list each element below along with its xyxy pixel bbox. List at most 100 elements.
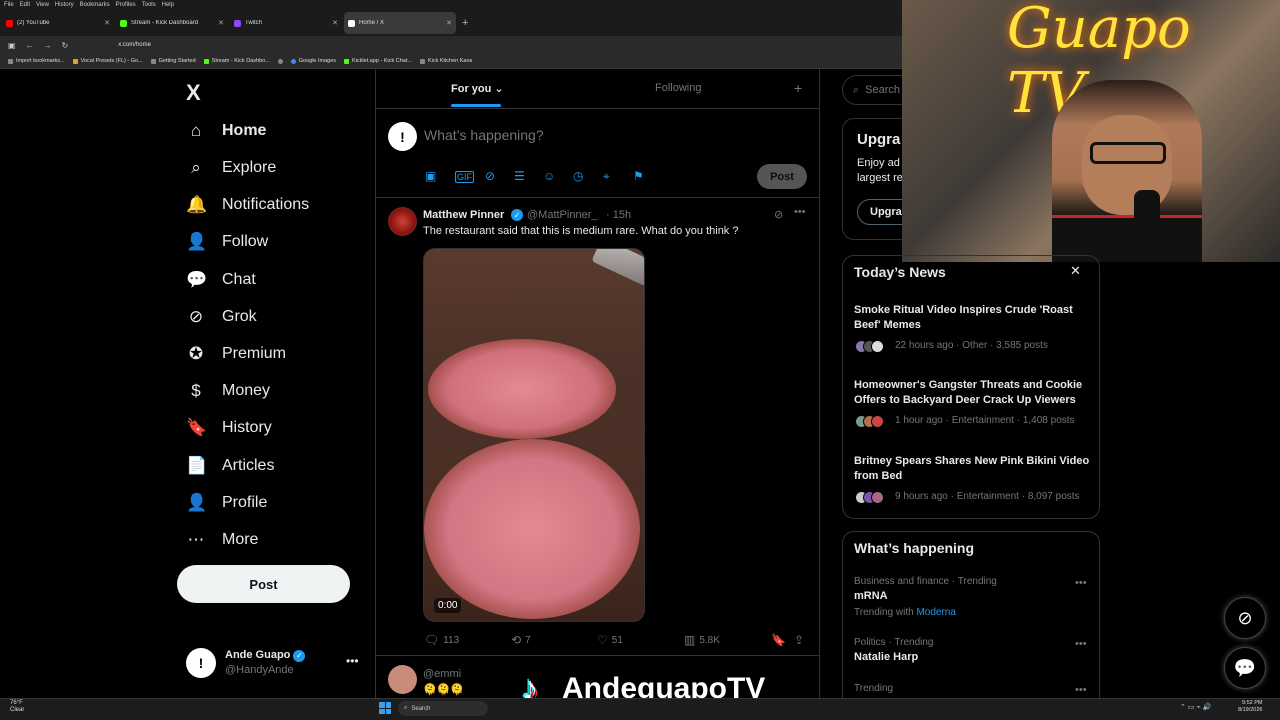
- browser-tab-youtube[interactable]: (2) YouTube ✕: [2, 12, 114, 34]
- taskbar-search[interactable]: ⌕ Search: [398, 701, 488, 716]
- avatar[interactable]: !: [186, 648, 216, 678]
- menu-profiles[interactable]: Profiles: [116, 2, 136, 8]
- menu-file[interactable]: File: [4, 2, 14, 8]
- account-name[interactable]: Ande Guapo ✓: [225, 649, 306, 662]
- windows-start-icon[interactable]: [379, 702, 391, 714]
- browser-tab-twitch[interactable]: Twitch ✕: [230, 12, 342, 34]
- close-icon[interactable]: ✕: [446, 19, 452, 27]
- x-logo[interactable]: X: [186, 80, 201, 106]
- news-heading: Today’s News: [854, 264, 946, 280]
- tweet-author-handle[interactable]: @emmi: [423, 668, 461, 680]
- nav-item-profile[interactable]: 👤 Profile: [186, 491, 267, 515]
- weather-widget[interactable]: 76°F Clear: [10, 700, 24, 714]
- sidebar-toggle-icon[interactable]: ▣: [8, 41, 16, 50]
- nav-item-chat[interactable]: 💬 Chat: [186, 268, 256, 292]
- news-item-title[interactable]: Smoke Ritual Video Inspires Crude 'Roast…: [854, 303, 1090, 333]
- nav-item-more[interactable]: ⋯ More: [186, 528, 259, 552]
- emoji-icon[interactable]: ☺: [543, 169, 555, 183]
- bookmark-label: Vocal Presets (FL) - Go...: [80, 58, 143, 64]
- location-icon[interactable]: ⌖: [603, 169, 610, 184]
- tab-following[interactable]: Following: [655, 82, 701, 94]
- image-icon[interactable]: ▣: [425, 169, 436, 183]
- repost-count: 7: [525, 634, 531, 646]
- close-icon[interactable]: ✕: [1070, 263, 1081, 279]
- system-tray[interactable]: ⌃ ▭ ⌁ 🔊: [1180, 703, 1211, 711]
- compose-post-button[interactable]: Post: [757, 164, 807, 189]
- more-circle-icon: ⋯: [187, 530, 205, 549]
- tweet-author-handle[interactable]: @MattPinner_: [527, 209, 597, 221]
- nav-item-history[interactable]: 🔖 History: [186, 416, 272, 440]
- news-item-title[interactable]: Britney Spears Shares New Pink Bikini Vi…: [854, 454, 1090, 484]
- nav-item-premium[interactable]: ✪ Premium: [186, 342, 286, 366]
- avatar[interactable]: !: [388, 122, 417, 151]
- url-field[interactable]: x.com/home: [118, 42, 151, 48]
- tweet-video[interactable]: 0:00: [423, 248, 645, 622]
- bookmark-item[interactable]: Kicklet.app - Kick Chat...: [344, 58, 412, 64]
- bookmark-item[interactable]: Vocal Presets (FL) - Go...: [72, 58, 143, 64]
- nav-item-grok[interactable]: ⊘ Grok: [186, 305, 257, 329]
- more-icon[interactable]: •••: [346, 654, 359, 668]
- messages-fab-icon[interactable]: 💬: [1224, 647, 1266, 689]
- more-icon[interactable]: •••: [1075, 577, 1087, 589]
- bookmark-item[interactable]: Getting Started: [150, 58, 196, 64]
- tab-title: Home / X: [359, 20, 385, 26]
- post-button[interactable]: Post: [177, 565, 350, 603]
- share-button[interactable]: ⇪: [794, 633, 804, 647]
- forward-icon[interactable]: →: [44, 41, 52, 50]
- nav-item-home[interactable]: ⌂ Home: [186, 119, 267, 143]
- menu-view[interactable]: View: [36, 2, 49, 8]
- close-icon[interactable]: ✕: [104, 19, 110, 27]
- close-icon[interactable]: ✕: [332, 19, 338, 27]
- bookmark-item[interactable]: Google Images: [290, 58, 336, 64]
- menu-history[interactable]: History: [55, 2, 74, 8]
- tweet-timestamp[interactable]: · 15h: [606, 209, 631, 221]
- views-button[interactable]: ▥ 5.8K: [684, 633, 720, 647]
- trend-name[interactable]: Natalie Harp: [854, 651, 918, 663]
- nav-item-explore[interactable]: ⌕ Explore: [186, 156, 276, 180]
- news-item-title[interactable]: Homeowner's Gangster Threats and Cookie …: [854, 378, 1090, 408]
- nav-item-notifications[interactable]: 🔔 Notifications: [186, 193, 309, 217]
- bookmark-item[interactable]: Import bookmarks...: [8, 58, 65, 64]
- more-icon[interactable]: •••: [1075, 638, 1087, 650]
- avatar[interactable]: [388, 665, 417, 694]
- menu-bookmarks[interactable]: Bookmarks: [80, 2, 110, 8]
- repost-button[interactable]: ⟲ 7: [511, 633, 531, 647]
- tweet-author-name[interactable]: Matthew Pinner: [423, 209, 504, 221]
- tab-for-you[interactable]: For you ⌄: [451, 82, 504, 95]
- bookmark-item[interactable]: [277, 58, 283, 64]
- nav-item-articles[interactable]: 📄 Articles: [186, 454, 274, 478]
- reload-icon[interactable]: ↻: [62, 41, 69, 50]
- bookmark-item[interactable]: Kick Kitchen Kaos: [419, 58, 472, 64]
- close-icon[interactable]: ✕: [218, 19, 224, 27]
- grok-fab-icon[interactable]: ⊘: [1224, 597, 1266, 639]
- menu-edit[interactable]: Edit: [20, 2, 30, 8]
- flag-icon[interactable]: ⚑: [633, 169, 644, 183]
- grok-icon[interactable]: ⊘: [774, 208, 783, 221]
- compose-input[interactable]: [424, 127, 724, 143]
- nav-item-money[interactable]: $ Money: [186, 379, 270, 403]
- like-button[interactable]: ♡ 51: [597, 633, 623, 647]
- bookmark-item[interactable]: Stream - Kick Dashbo...: [203, 58, 270, 64]
- reply-button[interactable]: 🗨 113: [424, 633, 459, 647]
- taskbar-clock[interactable]: 9:52 PM 8/19/2026: [1238, 700, 1262, 714]
- new-tab-icon[interactable]: +: [462, 17, 468, 29]
- grok-icon[interactable]: ⊘: [485, 169, 495, 183]
- more-icon[interactable]: •••: [794, 206, 806, 218]
- tweet-text: 🫠🫠🫠: [423, 684, 465, 696]
- trend-related-link[interactable]: Moderna: [916, 607, 955, 618]
- poll-icon[interactable]: ☰: [514, 169, 525, 183]
- avatar[interactable]: [388, 207, 417, 236]
- browser-tab-x[interactable]: Home / X ✕: [344, 12, 456, 34]
- search-icon: ⌕: [191, 158, 201, 177]
- add-tab-icon[interactable]: +: [794, 80, 802, 96]
- menu-help[interactable]: Help: [162, 2, 174, 8]
- menu-tools[interactable]: Tools: [142, 2, 156, 8]
- more-icon[interactable]: •••: [1075, 684, 1087, 696]
- trend-name[interactable]: mRNA: [854, 590, 888, 602]
- schedule-icon[interactable]: ◷: [573, 169, 583, 183]
- bookmark-button[interactable]: 🔖: [771, 633, 786, 647]
- gif-icon[interactable]: GIF: [455, 171, 474, 183]
- browser-tab-kick[interactable]: Stream - Kick Dashboard ✕: [116, 12, 228, 34]
- back-icon[interactable]: ←: [26, 41, 34, 50]
- nav-item-follow[interactable]: 👤 Follow: [186, 230, 268, 254]
